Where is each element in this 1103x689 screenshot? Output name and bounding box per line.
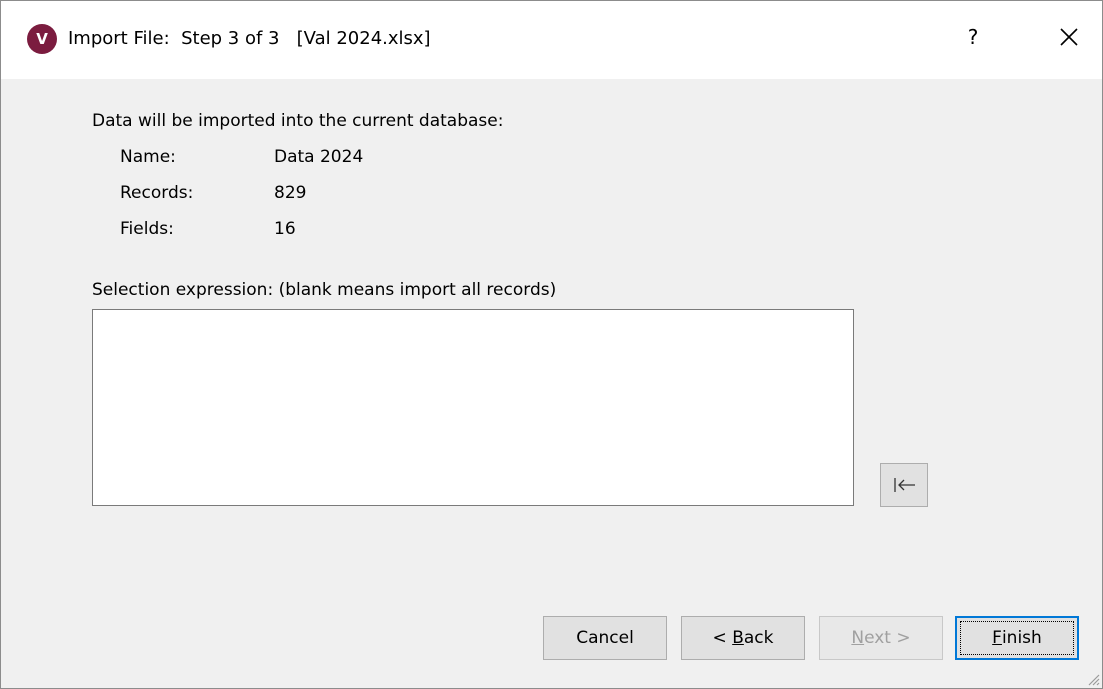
resize-grip-icon[interactable] (1084, 670, 1100, 686)
focus-ring (960, 621, 1074, 655)
back-button-prefix: < (712, 628, 733, 648)
fields-label: Fields: (120, 219, 174, 239)
selection-expression-label: Selection expression: (blank means impor… (92, 280, 557, 300)
back-button-mnemonic: B (732, 628, 744, 648)
cancel-button[interactable]: Cancel (543, 616, 667, 660)
next-button-mnemonic: N (851, 628, 865, 648)
close-button[interactable] (1045, 15, 1093, 59)
import-file-dialog: V Import File: Step 3 of 3 [Val 2024.xls… (0, 0, 1103, 689)
title-bar: V Import File: Step 3 of 3 [Val 2024.xls… (1, 1, 1102, 79)
records-label: Records: (120, 183, 194, 203)
name-value: Data 2024 (274, 147, 364, 167)
next-button-rest: ext > (864, 628, 911, 648)
insert-field-button[interactable] (880, 463, 928, 507)
next-button[interactable]: Next > (819, 616, 943, 660)
app-logo-icon: V (27, 24, 57, 54)
name-label: Name: (120, 147, 176, 167)
back-button[interactable]: < Back (681, 616, 805, 660)
import-info-heading: Data will be imported into the current d… (92, 111, 504, 131)
close-icon (1060, 28, 1078, 46)
finish-button[interactable]: Finish (955, 616, 1079, 660)
insert-field-icon (894, 478, 915, 492)
window-title: Import File: Step 3 of 3 [Val 2024.xlsx] (68, 28, 431, 49)
records-value: 829 (274, 183, 307, 203)
help-button[interactable]: ? (951, 15, 995, 59)
back-button-rest: ack (743, 628, 774, 648)
app-logo-letter: V (36, 29, 48, 48)
fields-value: 16 (274, 219, 296, 239)
selection-expression-input[interactable] (92, 309, 854, 506)
